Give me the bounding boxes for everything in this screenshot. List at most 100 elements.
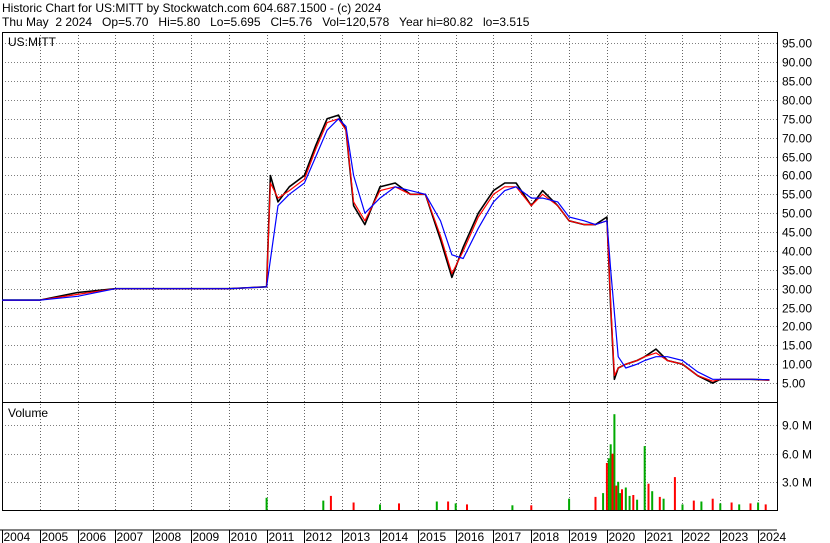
volume-bar bbox=[651, 491, 654, 510]
long-moving-average-line bbox=[2, 118, 770, 381]
volume-bar bbox=[605, 463, 608, 510]
volume-panel-label: Volume bbox=[8, 406, 48, 420]
volume-bar bbox=[700, 501, 703, 510]
price-tick-label: 60.00 bbox=[782, 169, 812, 183]
volume-bar bbox=[621, 489, 623, 510]
price-tick-label: 75.00 bbox=[782, 113, 812, 127]
volume-bar bbox=[632, 495, 635, 510]
volume-bar bbox=[398, 503, 400, 510]
volume-bar bbox=[673, 477, 676, 510]
volume-bar bbox=[379, 504, 381, 510]
volume-tick-label: 6.0 M bbox=[782, 448, 812, 462]
volume-bar bbox=[611, 453, 614, 510]
volume-bar bbox=[628, 495, 631, 510]
price-tick-label: 5.00 bbox=[782, 377, 806, 391]
year-tick-label: 2021 bbox=[647, 530, 674, 543]
price-tick-label: 70.00 bbox=[782, 132, 812, 146]
short-moving-average-line bbox=[2, 118, 770, 382]
volume-bar bbox=[329, 495, 332, 510]
volume-bars bbox=[265, 414, 767, 510]
year-tick-label: 2008 bbox=[155, 530, 182, 543]
year-tick-label: 2022 bbox=[684, 530, 711, 543]
price-tick-label: 65.00 bbox=[782, 151, 812, 165]
year-tick-label: 2014 bbox=[382, 530, 409, 543]
year-tick-label: 2012 bbox=[306, 530, 333, 543]
volume-bar bbox=[624, 487, 627, 510]
volume-bar bbox=[466, 504, 468, 510]
year-tick-label: 2018 bbox=[533, 530, 560, 543]
historic-chart: 95.00 90.00 85.00 80.00 75.00 70.00 65.00 60.00… bbox=[0, 32, 812, 543]
price-tick-label: 85.00 bbox=[782, 75, 812, 89]
price-tick-label: 50.00 bbox=[782, 207, 812, 221]
price-tick-label: 25.00 bbox=[782, 302, 812, 316]
price-series bbox=[2, 114, 770, 384]
volume-bar bbox=[636, 499, 639, 510]
price-tick-label: 40.00 bbox=[782, 245, 812, 259]
price-grid bbox=[2, 32, 777, 510]
price-tick-label: 10.00 bbox=[782, 358, 812, 372]
volume-grid bbox=[2, 425, 777, 483]
year-tick-label: 2010 bbox=[231, 530, 258, 543]
volume-bar bbox=[662, 498, 665, 510]
year-tick-label: 2009 bbox=[193, 530, 220, 543]
price-tick-label: 45.00 bbox=[782, 226, 812, 240]
volume-bar bbox=[568, 498, 571, 510]
price-tick-label: 15.00 bbox=[782, 339, 812, 353]
volume-bar bbox=[757, 502, 760, 510]
year-tick-label: 2011 bbox=[269, 530, 295, 543]
price-tick-label: 30.00 bbox=[782, 283, 812, 297]
volume-bar bbox=[764, 504, 767, 510]
volume-bar bbox=[613, 414, 616, 510]
volume-bar bbox=[511, 505, 514, 510]
price-tick-label: 55.00 bbox=[782, 188, 812, 202]
volume-bar bbox=[607, 458, 610, 510]
year-tick-label: 2013 bbox=[344, 530, 371, 543]
year-tick-label: 2016 bbox=[458, 530, 485, 543]
volume-bar bbox=[454, 503, 457, 510]
volume-bar bbox=[435, 501, 438, 510]
volume-bar bbox=[647, 483, 650, 510]
volume-bar bbox=[619, 493, 622, 510]
year-tick-label: 2004 bbox=[4, 530, 31, 543]
volume-bar bbox=[352, 502, 355, 510]
year-tick-label: 2017 bbox=[495, 530, 522, 543]
volume-bar bbox=[692, 500, 695, 510]
volume-bar bbox=[602, 493, 605, 510]
volume-tick-label: 9.0 M bbox=[782, 419, 812, 433]
chart-frames bbox=[0, 32, 778, 531]
volume-frame bbox=[2, 402, 778, 511]
price-frame bbox=[2, 32, 778, 403]
volume-bar bbox=[265, 497, 268, 510]
price-tick-label: 35.00 bbox=[782, 264, 812, 278]
year-tick-label: 2020 bbox=[609, 530, 636, 543]
volume-bar bbox=[643, 446, 646, 510]
price-tick-label: 80.00 bbox=[782, 94, 812, 108]
volume-bar bbox=[749, 503, 752, 510]
volume-bar bbox=[530, 505, 533, 510]
year-tick-label: 2015 bbox=[420, 530, 447, 543]
volume-bar bbox=[658, 496, 661, 510]
volume-bar bbox=[738, 504, 741, 510]
volume-bar bbox=[609, 444, 612, 510]
year-tick-label: 2019 bbox=[571, 530, 598, 543]
year-tick-label: 2005 bbox=[42, 530, 69, 543]
year-tick-label: 2007 bbox=[117, 530, 144, 543]
price-tick-label: 20.00 bbox=[782, 320, 812, 334]
volume-tick-label: 3.0 M bbox=[782, 476, 812, 490]
volume-bar bbox=[594, 496, 597, 510]
volume-bar bbox=[730, 502, 733, 510]
year-tick-label: 2023 bbox=[722, 530, 749, 543]
volume-bar bbox=[615, 485, 618, 510]
volume-bar bbox=[617, 481, 620, 510]
volume-bar bbox=[719, 503, 722, 510]
year-tick-label: 2024 bbox=[760, 530, 787, 543]
volume-bar bbox=[322, 500, 325, 510]
price-panel-label: US:MITT bbox=[8, 35, 57, 49]
price-line bbox=[2, 114, 770, 384]
price-tick-label: 95.00 bbox=[782, 37, 812, 51]
year-tick-label: 2006 bbox=[80, 530, 107, 543]
price-tick-label: 90.00 bbox=[782, 56, 812, 70]
volume-bar bbox=[447, 501, 450, 510]
volume-bar bbox=[711, 498, 714, 510]
volume-bar bbox=[681, 504, 684, 510]
